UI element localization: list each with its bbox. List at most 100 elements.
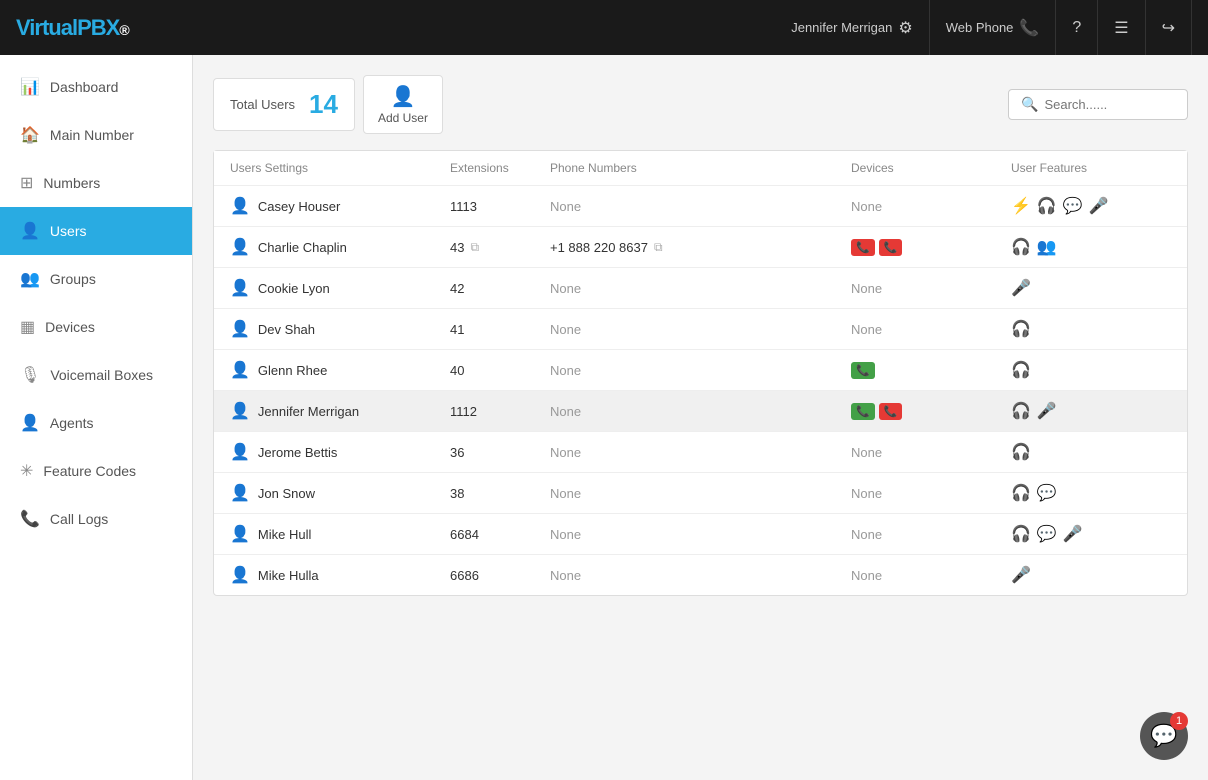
user-name-text: Dev Shah (258, 322, 315, 337)
table-header: Users Settings Extensions Phone Numbers … (214, 151, 1187, 186)
extension-value: 6686 (450, 568, 479, 583)
sidebar-icon-devices: ▦ (20, 317, 35, 337)
phone-none: None (550, 199, 581, 214)
add-user-button[interactable]: 👤 Add User (363, 75, 443, 134)
device-none: None (851, 322, 882, 337)
headset-icon: 🎧 (1011, 360, 1031, 380)
copy-ext-icon[interactable]: ⧉ (470, 240, 479, 255)
headset-icon: 🎧 (1011, 524, 1031, 544)
devices-cell: None (851, 199, 1011, 214)
headset-icon: 🎧 (1011, 401, 1031, 421)
phone-cell: None (550, 445, 851, 460)
devices-cell: None (851, 281, 1011, 296)
extension-value: 42 (450, 281, 464, 296)
extension-value: 41 (450, 322, 464, 337)
user-name: 👤 Casey Houser (230, 196, 450, 216)
sidebar-label-agents: Agents (50, 415, 94, 431)
device-none: None (851, 568, 882, 583)
sidebar-item-agents[interactable]: 👤 Agents (0, 399, 192, 447)
sidebar-item-users[interactable]: 👤 Users (0, 207, 192, 255)
features-cell: 🎧💬🎤 (1011, 524, 1171, 544)
sidebar-icon-main-number: 🏠 (20, 125, 40, 145)
bolt-icon: ⚡ (1011, 196, 1031, 216)
device-red2-icon: 📞 (879, 239, 903, 256)
col-devices: Devices (851, 161, 1011, 175)
table-row[interactable]: 👤 Glenn Rhee 40 None 📞 🎧 (214, 350, 1187, 391)
user-name-text: Charlie Chaplin (258, 240, 347, 255)
table-row[interactable]: 👤 Casey Houser 1113 None None ⚡🎧💬🎤 (214, 186, 1187, 227)
sidebar-label-devices: Devices (45, 319, 95, 335)
phone-none: None (550, 445, 581, 460)
devices-cell: None (851, 568, 1011, 583)
logo-trademark: ® (119, 22, 128, 38)
device-green-icon: 📞 (851, 403, 875, 420)
user-name-text: Mike Hull (258, 527, 311, 542)
phone-cell: None (550, 486, 851, 501)
search-box: 🔍 (1008, 89, 1188, 120)
add-user-label: Add User (378, 111, 428, 125)
table-row[interactable]: 👤 Charlie Chaplin 43 ⧉ +1 888 220 8637⧉ … (214, 227, 1187, 268)
logout-button[interactable]: ↪ (1146, 0, 1192, 55)
user-icon: 👤 (230, 565, 250, 585)
user-menu-button[interactable]: Jennifer Merrigan ⚙ (775, 0, 930, 55)
copy-phone-icon[interactable]: ⧉ (654, 240, 663, 255)
user-name: 👤 Jennifer Merrigan (230, 401, 450, 421)
search-icon: 🔍 (1021, 96, 1038, 113)
col-phone-numbers: Phone Numbers (550, 161, 851, 175)
sidebar-item-voicemail-boxes[interactable]: 🎙 Voicemail Boxes (0, 351, 192, 399)
sidebar-label-groups: Groups (50, 271, 96, 287)
admin-user-icon: 👤 (230, 401, 250, 421)
total-users-label: Total Users (230, 97, 295, 112)
table-row[interactable]: 👤 Mike Hulla 6686 None None 🎤 (214, 555, 1187, 595)
extension-cell: 42 (450, 281, 550, 296)
sidebar-item-devices[interactable]: ▦ Devices (0, 303, 192, 351)
logo-virtual: Virtual (16, 15, 77, 40)
devices-cell: None (851, 527, 1011, 542)
user-name-text: Jerome Bettis (258, 445, 337, 460)
phone-cell: None (550, 527, 851, 542)
device-red-icon: 📞 (851, 239, 875, 256)
web-phone-button[interactable]: Web Phone 📞 (930, 0, 1057, 55)
table-row[interactable]: 👤 Dev Shah 41 None None 🎧 (214, 309, 1187, 350)
mic-icon: 🎤 (1011, 278, 1031, 298)
help-icon: ? (1072, 19, 1081, 37)
sidebar-item-numbers[interactable]: ⊞ Numbers (0, 159, 192, 207)
table-row[interactable]: 👤 Jon Snow 38 None None 🎧💬 (214, 473, 1187, 514)
devices-cell: None (851, 322, 1011, 337)
sidebar-icon-call-logs: 📞 (20, 509, 40, 529)
add-user-icon: 👤 (378, 84, 428, 109)
sidebar-item-dashboard[interactable]: 📊 Dashboard (0, 63, 192, 111)
header: VirtualPBX® Jennifer Merrigan ⚙ Web Phon… (0, 0, 1208, 55)
device-red-icon: 📞 (879, 403, 903, 420)
sidebar-icon-dashboard: 📊 (20, 77, 40, 97)
user-name-text: Jon Snow (258, 486, 315, 501)
sidebar-item-feature-codes[interactable]: ✳ Feature Codes (0, 447, 192, 495)
sidebar-icon-users: 👤 (20, 221, 40, 241)
mic-icon: 🎤 (1011, 565, 1031, 585)
help-button[interactable]: ? (1056, 0, 1098, 55)
col-users-settings: Users Settings (230, 161, 450, 175)
sidebar-item-call-logs[interactable]: 📞 Call Logs (0, 495, 192, 543)
phone-cell: None (550, 363, 851, 378)
features-cell: 🎤 (1011, 565, 1171, 585)
user-name-text: Casey Houser (258, 199, 340, 214)
user-name: 👤 Dev Shah (230, 319, 450, 339)
phone-cell: None (550, 322, 851, 337)
user-name-text: Mike Hulla (258, 568, 319, 583)
phone-cell: None (550, 568, 851, 583)
devices-cell: 📞📞 (851, 403, 1011, 420)
table-row[interactable]: 👤 Jennifer Merrigan 1112 None 📞📞 🎧🎤 (214, 391, 1187, 432)
search-input[interactable] (1044, 97, 1175, 112)
table-row[interactable]: 👤 Cookie Lyon 42 None None 🎤 (214, 268, 1187, 309)
extension-cell: 1113 (450, 199, 550, 214)
menu-button[interactable]: ☰ (1098, 0, 1145, 55)
sidebar-item-main-number[interactable]: 🏠 Main Number (0, 111, 192, 159)
devices-cell: None (851, 486, 1011, 501)
chat-widget[interactable]: 💬 1 (1140, 712, 1188, 760)
extension-value: 1113 (450, 199, 477, 214)
table-row[interactable]: 👤 Jerome Bettis 36 None None 🎧 (214, 432, 1187, 473)
sidebar-item-groups[interactable]: 👥 Groups (0, 255, 192, 303)
total-users-count: 14 (309, 89, 338, 120)
table-row[interactable]: 👤 Mike Hull 6684 None None 🎧💬🎤 (214, 514, 1187, 555)
users-table: Users Settings Extensions Phone Numbers … (213, 150, 1188, 596)
